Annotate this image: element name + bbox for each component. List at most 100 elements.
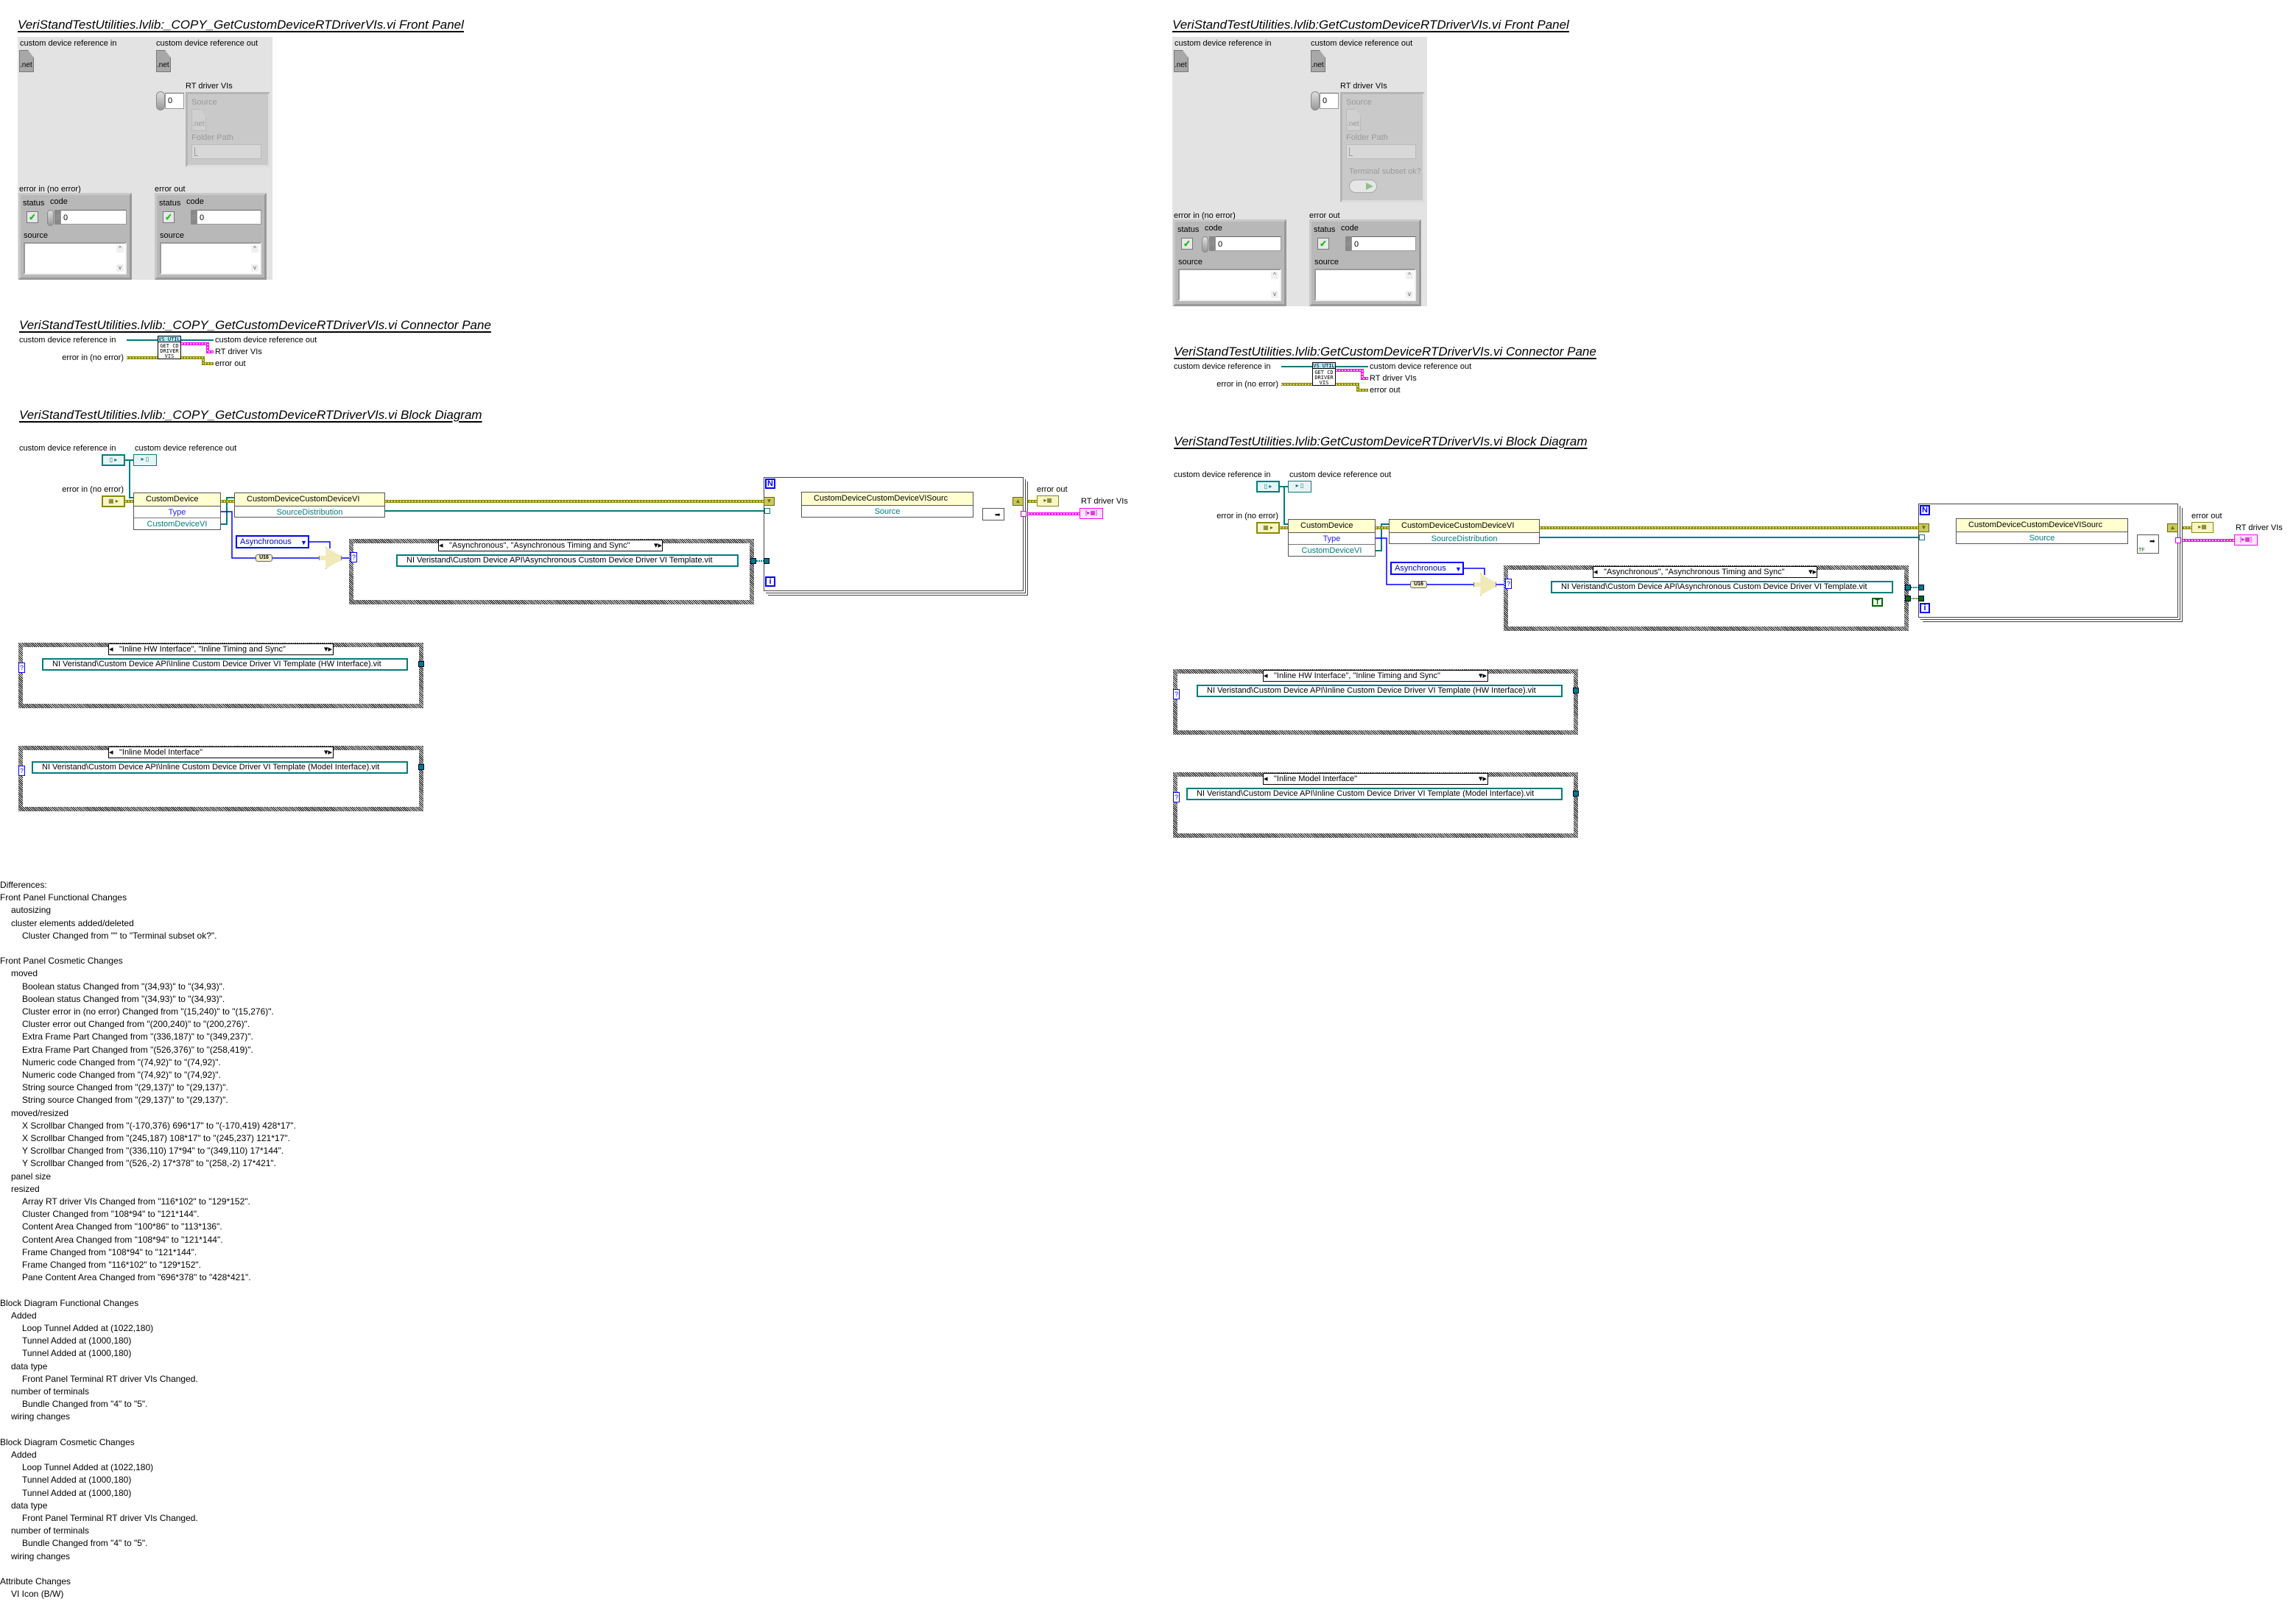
case-structure-inline-model[interactable]: "Inline Model Interface" ◂ ▾▸ [18, 746, 423, 811]
property-custom-device-vi[interactable]: CustomDeviceVI [134, 518, 220, 530]
case-selector-label[interactable]: "Inline Model Interface" [1263, 773, 1488, 785]
case-structure-inline-hw[interactable]: "Inline HW Interface", "Inline Timing an… [18, 643, 423, 708]
enum-dropdown-arrow-icon[interactable]: ▼ [300, 537, 307, 546]
code-radix-indicator: d [1209, 236, 1215, 251]
case-selector-label[interactable]: "Inline HW Interface", "Inline Timing an… [108, 643, 334, 655]
property-type[interactable]: Type [1289, 533, 1375, 545]
property-source[interactable]: Source [802, 506, 973, 518]
bundle-node[interactable]: ➡ TF [2137, 534, 2159, 554]
dotnet-refnum-icon: .net [156, 50, 171, 72]
source-string[interactable]: ^ v [24, 242, 127, 275]
property-type[interactable]: Type [134, 507, 220, 518]
case-selector-label[interactable]: "Asynchronous", "Asynchronous Timing and… [1593, 566, 1817, 578]
case-prev-arrow-icon[interactable]: ◂ [1594, 567, 1601, 577]
case-prev-arrow-icon[interactable]: ◂ [109, 747, 116, 758]
custom-device-property-node[interactable]: CustomDevice Type CustomDeviceVI [1288, 519, 1376, 557]
asynchronous-enum-constant[interactable]: Asynchronous [1390, 562, 1464, 575]
property-node-class: CustomDeviceCustomDeviceVISourc [1957, 519, 2127, 532]
case-prev-arrow-icon[interactable]: ◂ [1264, 774, 1271, 784]
template-path-constant[interactable]: NI Veristand\Custom Device API\Inline Cu… [42, 658, 408, 671]
async-template-path-constant[interactable]: NI Veristand\Custom Device API\Asynchron… [396, 554, 739, 567]
array-index-spinner[interactable] [1311, 91, 1320, 110]
status-checkbox[interactable]: ✓ [27, 211, 38, 223]
scroll-down-arrow[interactable]: v [1271, 291, 1278, 298]
differences-item: number of terminals [11, 1525, 90, 1536]
custom-device-vi-property-node[interactable]: CustomDeviceCustomDeviceVI SourceDistribu… [234, 493, 385, 518]
differences-item: wiring changes [11, 1550, 71, 1561]
ref-out-terminal[interactable]: ▸ ▯ [1288, 481, 1311, 493]
ref-out-terminal[interactable]: ▸ ▯ [133, 454, 157, 466]
code-increment-spinner[interactable] [1202, 236, 1208, 253]
case-next-arrow-icon[interactable]: ▾▸ [1479, 671, 1487, 681]
ref-in-label: custom device reference in [20, 39, 117, 48]
case-structure-async[interactable]: "Asynchronous", "Asynchronous Timing and… [349, 539, 754, 604]
bundle-bool-input: TF [2138, 548, 2145, 553]
case-next-arrow-icon[interactable]: ▾▸ [1809, 567, 1817, 577]
array-index[interactable]: 0 [1320, 93, 1339, 109]
case-prev-arrow-icon[interactable]: ◂ [439, 540, 446, 551]
true-boolean-constant[interactable]: T [1872, 598, 1883, 607]
asynchronous-enum-constant[interactable]: Asynchronous [236, 535, 309, 548]
template-path-constant[interactable]: NI Veristand\Custom Device API\Inline Cu… [1186, 788, 1563, 800]
source-property-node[interactable]: CustomDeviceCustomDeviceVISourc Source [801, 492, 973, 518]
rt-driver-vis-terminal[interactable]: [▸▦] [1080, 508, 1103, 519]
cp-ref-out-label: custom device reference out [215, 336, 317, 345]
case-next-arrow-icon[interactable]: ▾▸ [1479, 774, 1487, 784]
property-source-distribution[interactable]: SourceDistribution [235, 507, 384, 518]
scroll-up-arrow[interactable]: ^ [251, 245, 258, 253]
property-source-distribution[interactable]: SourceDistribution [1390, 533, 1539, 544]
custom-device-vi-property-node[interactable]: CustomDeviceCustomDeviceVI SourceDistribu… [1389, 519, 1540, 544]
case-selector-terminal[interactable]: ? [1173, 689, 1180, 699]
toggle-led-icon [1366, 183, 1373, 190]
code-increment-spinner[interactable] [47, 210, 54, 226]
case-selector-terminal[interactable]: ? [18, 663, 25, 673]
case-next-arrow-icon[interactable]: ▾▸ [654, 540, 663, 551]
ref-out-label: custom device reference out [1311, 39, 1413, 48]
scroll-down-arrow[interactable]: v [1406, 291, 1413, 298]
scroll-down-arrow[interactable]: v [116, 264, 124, 272]
error-out-terminal[interactable]: ▸▦ [1037, 495, 1059, 507]
status-checkbox[interactable]: ✓ [1181, 238, 1193, 250]
scroll-up-arrow[interactable]: ^ [1271, 272, 1278, 279]
ref-in-terminal[interactable]: ▯ ▸ [1256, 481, 1280, 493]
source-string[interactable]: ^ v [1178, 269, 1281, 301]
code-numeric[interactable]: 0 [1215, 236, 1281, 251]
case-selector-terminal[interactable]: ? [351, 552, 357, 562]
shift-register-right: ▲ [2167, 523, 2178, 532]
scroll-up-arrow[interactable]: ^ [1406, 272, 1413, 279]
custom-device-property-node[interactable]: CustomDevice Type CustomDeviceVI [133, 493, 221, 530]
error-out-terminal[interactable]: ▸▦ [2191, 522, 2214, 533]
vi-icon-text: GET CD [160, 343, 179, 349]
case-selector-label[interactable]: "Inline Model Interface" [108, 747, 334, 758]
case-selector-label[interactable]: "Asynchronous", "Asynchronous Timing and… [438, 540, 663, 551]
array-index[interactable]: 0 [165, 93, 184, 109]
case-selector-terminal[interactable]: ? [18, 766, 25, 776]
case-prev-arrow-icon[interactable]: ◂ [109, 644, 116, 654]
array-index-spinner[interactable] [156, 91, 165, 110]
differences-item: Bundle Changed from "4" to "5". [22, 1538, 148, 1549]
case-structure-inline-hw[interactable]: "Inline HW Interface", "Inline Timing an… [1173, 669, 1578, 735]
case-next-arrow-icon[interactable]: ▾▸ [324, 644, 333, 654]
code-numeric[interactable]: 0 [60, 210, 127, 225]
property-source[interactable]: Source [1957, 532, 2127, 544]
template-path-constant[interactable]: NI Veristand\Custom Device API\Inline Cu… [32, 761, 408, 774]
source-property-node[interactable]: CustomDeviceCustomDeviceVISourc Source [1956, 518, 2128, 544]
property-custom-device-vi[interactable]: CustomDeviceVI [1289, 545, 1375, 557]
case-prev-arrow-icon[interactable]: ◂ [1264, 671, 1271, 681]
case-structure-async[interactable]: "Asynchronous", "Asynchronous Timing and… [1504, 565, 1909, 631]
case-selector-label[interactable]: "Inline HW Interface", "Inline Timing an… [1263, 670, 1488, 682]
scroll-down-arrow[interactable]: v [251, 264, 258, 272]
async-template-path-constant[interactable]: NI Veristand\Custom Device API\Asynchron… [1551, 581, 1893, 593]
ref-in-terminal[interactable]: ▯ ▸ [102, 454, 125, 466]
case-next-arrow-icon[interactable]: ▾▸ [324, 747, 333, 758]
rt-driver-vis-terminal[interactable]: [▸▦] [2234, 534, 2258, 546]
error-in-terminal[interactable]: ▦ ▸ [1256, 522, 1280, 534]
enum-dropdown-arrow-icon[interactable]: ▼ [1455, 564, 1462, 573]
error-in-terminal[interactable]: ▦ ▸ [102, 495, 125, 507]
case-structure-inline-model[interactable]: "Inline Model Interface" ◂ ▾▸ [1173, 772, 1578, 838]
case-selector-terminal[interactable]: ? [1173, 792, 1180, 802]
case-selector-terminal[interactable]: ? [1505, 579, 1512, 589]
bundle-node[interactable]: ➡ [982, 508, 1004, 520]
scroll-up-arrow[interactable]: ^ [116, 245, 124, 253]
template-path-constant[interactable]: NI Veristand\Custom Device API\Inline Cu… [1197, 685, 1563, 697]
